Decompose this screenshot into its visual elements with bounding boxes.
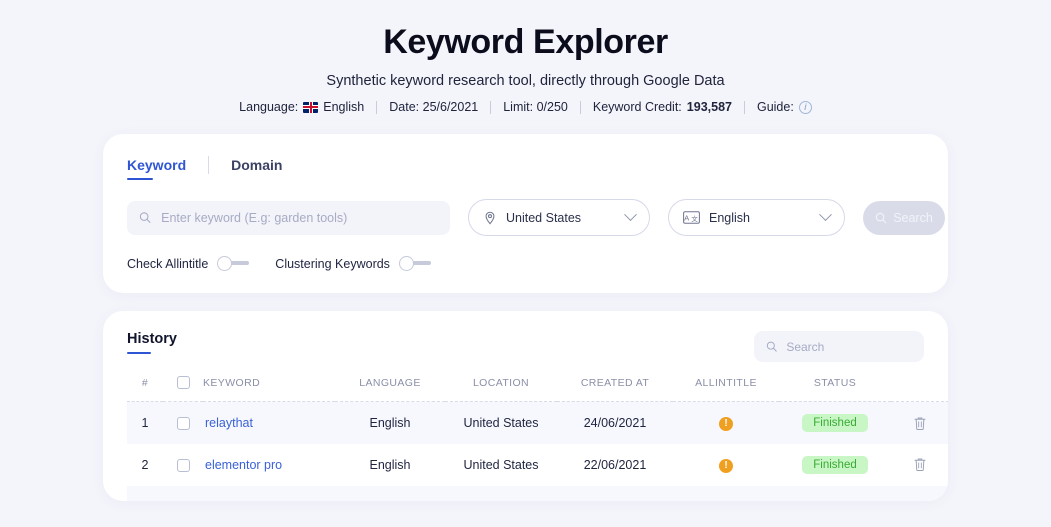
tab-divider [208,156,209,174]
row-allintitle-cell: ! [673,402,779,444]
check-allintitle-toggle[interactable] [217,256,249,271]
row-language: English [335,402,445,444]
column-header-location[interactable]: LOCATION [445,376,557,402]
history-table: # KEYWORD LANGUAGE LOCATION CREATED AT A… [127,376,948,501]
meta-credit: Keyword Credit: 193,587 [581,100,744,114]
clustering-keywords-toggle-group: Clustering Keywords [275,256,431,271]
page-subtitle: Synthetic keyword research tool, directl… [0,73,1051,89]
column-header-select-all[interactable] [163,376,203,402]
keyword-link[interactable]: relaythat [205,416,253,430]
chevron-down-icon [624,209,637,222]
translate-icon: A 文 [683,211,700,224]
meta-guide-label: Guide: [757,100,794,114]
table-row[interactable] [127,486,948,502]
toggle-track [411,261,431,265]
check-allintitle-label: Check Allintitle [127,257,208,271]
country-select-value: United States [506,211,617,225]
meta-guide[interactable]: Guide: i [745,100,824,114]
row-allintitle-cell: ! [673,444,779,486]
search-icon [875,212,887,224]
history-panel: History # KEYWORD LANGUAGE LOCATION CREA… [103,311,948,501]
column-header-actions [891,376,948,402]
page-title: Keyword Explorer [0,24,1051,61]
row-keyword-cell: relaythat [203,402,335,444]
row-status-cell: Finished [779,402,891,444]
column-header-created-at[interactable]: CREATED AT [557,376,673,402]
history-title: History [127,331,177,354]
search-panel: Keyword Domain United States A 文 [103,134,948,293]
column-header-status[interactable]: STATUS [779,376,891,402]
meta-credit-value: 193,587 [687,100,732,114]
svg-text:A: A [684,214,690,223]
page-header: Keyword Explorer Synthetic keyword resea… [0,0,1051,114]
table-header-row: # KEYWORD LANGUAGE LOCATION CREATED AT A… [127,376,948,402]
row-created-at: 22/06/2021 [557,444,673,486]
row-checkbox-cell[interactable] [163,402,203,444]
warning-icon[interactable]: ! [719,417,733,431]
table-row[interactable]: 2 elementor pro English United States 22… [127,444,948,486]
clustering-keywords-label: Clustering Keywords [275,257,390,271]
language-select-value: English [709,211,812,225]
row-created-at: 24/06/2021 [557,402,673,444]
column-header-allintitle[interactable]: ALLINTITLE [673,376,779,402]
search-input[interactable] [159,210,438,226]
tab-domain[interactable]: Domain [231,157,304,180]
row-delete-cell[interactable] [891,444,948,486]
row-index: 2 [127,444,163,486]
language-select[interactable]: A 文 English [668,199,845,236]
row-delete-cell[interactable] [891,402,948,444]
history-header: History [127,331,924,362]
tab-keyword[interactable]: Keyword [127,157,208,180]
column-header-keyword[interactable]: KEYWORD [203,376,335,402]
keyword-link[interactable]: elementor pro [205,458,282,472]
search-button-label: Search [893,211,933,225]
trash-icon[interactable] [913,457,927,472]
meta-language-label: Language: [239,100,298,114]
clustering-keywords-toggle[interactable] [399,256,431,271]
history-search-wrapper[interactable] [754,331,924,362]
search-tabs: Keyword Domain [127,156,924,181]
uk-flag-icon [303,102,318,113]
row-checkbox[interactable] [177,417,190,430]
status-badge: Finished [802,456,867,474]
location-pin-icon [483,211,497,225]
search-icon [766,340,777,353]
meta-credit-label: Keyword Credit: [593,100,682,114]
table-row[interactable]: 1 relaythat English United States 24/06/… [127,402,948,444]
select-all-checkbox[interactable] [177,376,190,389]
row-index: 1 [127,402,163,444]
country-select[interactable]: United States [468,199,650,236]
meta-row: Language: English Date: 25/6/2021 Limit:… [0,100,1051,114]
row-language: English [335,444,445,486]
keyword-input-wrapper[interactable] [127,201,450,235]
column-header-language[interactable]: LANGUAGE [335,376,445,402]
row-location: United States [445,444,557,486]
column-header-index: # [127,376,163,402]
history-search-input[interactable] [784,339,912,355]
toggle-track [229,261,249,265]
search-icon [139,211,151,224]
meta-limit: Limit: 0/250 [491,100,580,114]
toggle-knob [399,256,414,271]
row-keyword-cell: elementor pro [203,444,335,486]
search-row: United States A 文 English Search [127,199,924,236]
check-allintitle-toggle-group: Check Allintitle [127,256,249,271]
info-circle-icon[interactable]: i [799,101,812,114]
chevron-down-icon [819,209,832,222]
row-location: United States [445,402,557,444]
warning-icon[interactable]: ! [719,459,733,473]
status-badge: Finished [802,414,867,432]
svg-text:文: 文 [691,214,698,223]
toggle-row: Check Allintitle Clustering Keywords [127,256,924,271]
toggle-knob [217,256,232,271]
meta-date: Date: 25/6/2021 [377,100,490,114]
meta-language-value: English [323,100,364,114]
trash-icon[interactable] [913,416,927,431]
meta-language: Language: English [227,100,376,114]
search-button[interactable]: Search [863,201,945,235]
row-status-cell: Finished [779,444,891,486]
row-checkbox[interactable] [177,459,190,472]
row-checkbox-cell[interactable] [163,444,203,486]
